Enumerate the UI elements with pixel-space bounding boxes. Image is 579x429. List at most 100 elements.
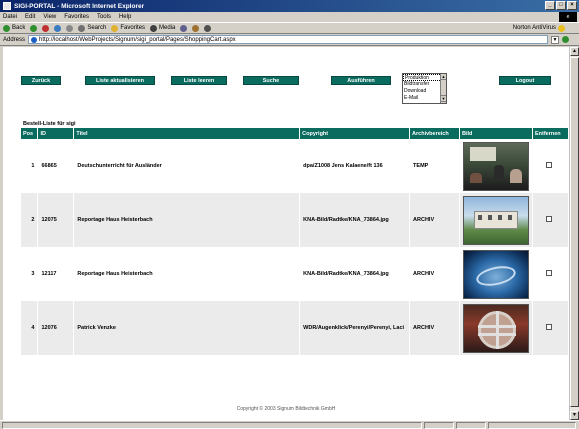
cell-copyright: KNA-Bild/Radtke/KNA_73864.jpg — [299, 193, 411, 247]
refresh-list-button[interactable]: Liste aktualisieren — [85, 76, 155, 85]
execute-button[interactable]: Ausführen — [331, 76, 391, 85]
zone-cell — [488, 422, 576, 429]
scroll-up-icon[interactable]: ▲ — [441, 74, 446, 80]
thumbnail-blue-object[interactable] — [462, 249, 529, 299]
home-icon[interactable] — [66, 24, 74, 32]
scroll-down-icon[interactable]: ▼ — [570, 411, 579, 420]
cell-image — [459, 301, 533, 355]
cell-archive: ARCHIV — [409, 193, 460, 247]
search-button[interactable]: Search — [78, 24, 106, 32]
cell-remove — [532, 247, 569, 301]
action-select-scrollbar[interactable]: ▲ ▼ — [440, 74, 446, 103]
remove-checkbox[interactable] — [545, 324, 552, 330]
cell-id: 66865 — [37, 139, 75, 193]
address-label: Address — [3, 36, 26, 43]
search-icon — [78, 24, 86, 32]
thumbnail-helmet[interactable] — [462, 303, 529, 353]
action-select[interactable]: Produktion Bildtransfer Download E-Mail … — [402, 73, 447, 104]
address-bar: Address http://localhost/WebProjects/Sig… — [0, 34, 579, 46]
scroll-thumb[interactable] — [570, 57, 579, 407]
menu-favorites[interactable]: Favorites — [64, 14, 89, 20]
favorites-star-icon — [111, 24, 119, 32]
cell-copyright: KNA-Bild/Radtke/KNA_73864.jpg — [299, 247, 411, 301]
menu-view[interactable]: View — [43, 14, 56, 20]
col-header-copyright: Copyright — [299, 128, 411, 139]
mail-icon[interactable] — [192, 24, 200, 32]
table-row: 1 66865 Deutschunterricht für Ausländer … — [21, 139, 569, 193]
minimize-button[interactable]: _ — [545, 1, 555, 10]
copyright-footer: Copyright © 2003 Signum Bildtechnik GmbH — [236, 406, 336, 412]
cell-id: 12076 — [37, 301, 75, 355]
remove-checkbox[interactable] — [545, 162, 552, 168]
cell-pos: 1 — [21, 139, 39, 193]
refresh-icon[interactable] — [54, 24, 62, 32]
cell-image — [459, 247, 533, 301]
scroll-track[interactable] — [441, 80, 446, 96]
col-header-archive: Archivbereich — [409, 128, 460, 139]
cell-title: Reportage Haus Heisterbach — [73, 247, 301, 301]
col-header-pos: Pos — [21, 128, 39, 139]
address-input[interactable]: http://localhost/WebProjects/Signum/sigi… — [28, 35, 549, 44]
table-row: 4 12076 Patrick Venzke WDR/Augenklick/Pe… — [21, 301, 569, 355]
thumbnail-building[interactable] — [462, 195, 529, 245]
scroll-down-icon[interactable]: ▼ — [441, 96, 446, 102]
logout-button[interactable]: Logout — [499, 76, 551, 85]
media-button[interactable]: Media — [150, 24, 175, 32]
go-icon[interactable] — [562, 36, 570, 43]
status-cell — [424, 422, 454, 429]
back-arrow-icon — [3, 24, 10, 32]
remove-checkbox[interactable] — [545, 216, 552, 222]
cell-id: 12075 — [37, 193, 75, 247]
norton-antivirus-button[interactable]: Norton AntiVirus — [513, 24, 565, 32]
norton-icon — [558, 24, 565, 32]
table-header-row: Pos ID Titel Copyright Archivbereich Bil… — [21, 128, 569, 139]
col-header-remove: Entfernen — [532, 128, 569, 139]
history-icon[interactable] — [180, 24, 188, 32]
media-icon — [150, 24, 158, 32]
cell-archive: TEMP — [409, 139, 460, 193]
table-row: 3 12117 Reportage Haus Heisterbach KNA-B… — [21, 247, 569, 301]
menu-tools[interactable]: Tools — [97, 14, 111, 20]
ie-app-icon — [3, 2, 11, 10]
cell-title: Patrick Venzke — [73, 301, 301, 355]
cell-id: 12117 — [37, 247, 75, 301]
address-dropdown-icon[interactable]: ▼ — [551, 35, 560, 44]
cell-archive: ARCHIV — [409, 247, 460, 301]
thumbnail-classroom[interactable] — [462, 141, 529, 191]
scroll-up-icon[interactable]: ▲ — [570, 47, 579, 56]
cell-remove — [532, 301, 569, 355]
back-button[interactable]: Back — [3, 24, 25, 32]
col-header-id: ID — [37, 128, 75, 139]
window-titlebar: SIGI-PORTAL - Microsoft Internet Explore… — [0, 0, 579, 12]
back-action-button[interactable]: Zurück — [21, 76, 61, 85]
cell-title: Reportage Haus Heisterbach — [73, 193, 301, 247]
menu-edit[interactable]: Edit — [25, 14, 35, 20]
cell-remove — [532, 193, 569, 247]
cell-title: Deutschunterricht für Ausländer — [73, 139, 301, 193]
clear-list-button[interactable]: Liste leeren — [171, 76, 227, 85]
cell-archive: ARCHIV — [409, 301, 460, 355]
cell-image — [459, 139, 533, 193]
status-bar — [0, 420, 579, 429]
forward-arrow-icon[interactable] — [30, 24, 38, 32]
search-action-button[interactable]: Suche — [243, 76, 299, 85]
maximize-button[interactable]: □ — [556, 1, 566, 10]
menu-help[interactable]: Help — [119, 14, 131, 20]
table-row: 2 12075 Reportage Haus Heisterbach KNA-B… — [21, 193, 569, 247]
col-header-title: Titel — [73, 128, 301, 139]
remove-checkbox[interactable] — [545, 270, 552, 276]
menu-file[interactable]: Datei — [3, 14, 17, 20]
cell-image — [459, 193, 533, 247]
cell-copyright: dpa/Z1008 Jens Kalaene/ft 136 — [299, 139, 411, 193]
favorites-button[interactable]: Favorites — [111, 24, 145, 32]
page-content: Zurück Liste aktualisieren Liste leeren … — [3, 47, 569, 420]
cell-pos: 3 — [21, 247, 39, 301]
close-button[interactable]: × — [567, 1, 577, 10]
browser-toolbar: Back Search Favorites Media Norton AntiV… — [0, 22, 579, 34]
cell-pos: 4 — [21, 301, 39, 355]
page-scrollbar[interactable]: ▲ ▼ — [569, 47, 579, 420]
stop-icon[interactable] — [42, 24, 50, 32]
print-icon[interactable] — [204, 24, 212, 32]
cell-copyright: WDR/Augenklick/Perenyi/Perenyi, Laci — [299, 301, 411, 355]
windows-throbber: e — [559, 12, 577, 22]
